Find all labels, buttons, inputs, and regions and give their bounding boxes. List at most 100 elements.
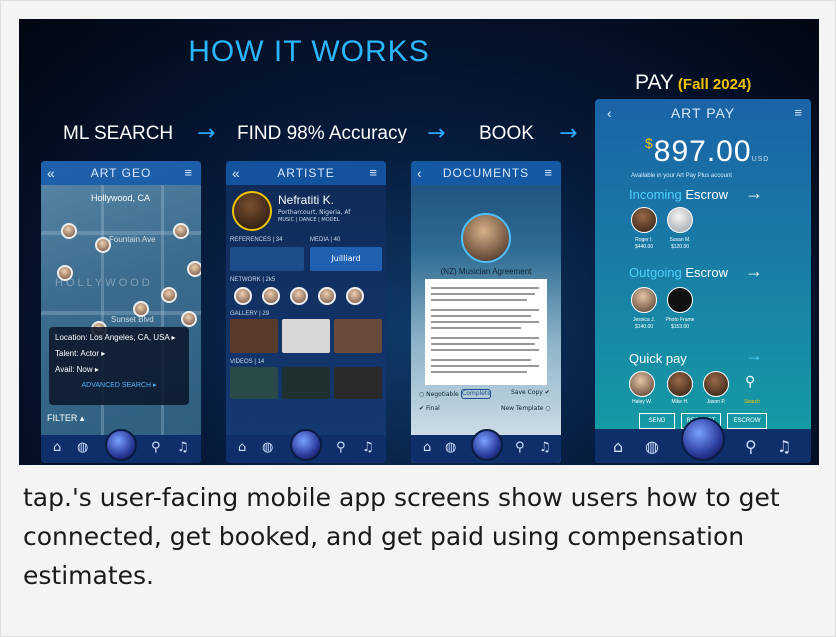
gallery-image[interactable]	[334, 319, 382, 353]
header: ‹ ART PAY ≡	[595, 99, 811, 127]
gallery-image[interactable]	[230, 319, 278, 353]
assistant-orb-icon[interactable]	[681, 417, 725, 461]
bell-icon[interactable]: ♫	[177, 440, 189, 455]
agreement-title: (NZ) Musician Agreement	[440, 267, 532, 276]
filter-label: FILTER	[47, 413, 78, 423]
payer-avatar[interactable]	[667, 207, 693, 233]
header: ‹ DOCUMENTS ≡	[411, 161, 561, 185]
screen-title: ART PAY	[670, 105, 736, 121]
videos-label: VIDEOS | 14	[230, 359, 265, 365]
step-ml-search: ML SEARCH	[63, 123, 174, 144]
search-icon[interactable]: ⚲	[745, 373, 755, 390]
network-avatar[interactable]	[234, 287, 252, 305]
search-icon[interactable]: ⚲	[336, 440, 346, 455]
advanced-search-link[interactable]: ADVANCED SEARCH ▸	[55, 381, 183, 389]
home-icon[interactable]: ⌂	[53, 440, 61, 455]
send-button[interactable]: SEND	[639, 413, 675, 429]
map-pin[interactable]	[133, 301, 149, 317]
bell-icon[interactable]: ♫	[777, 437, 791, 456]
payee-avatar[interactable]	[667, 287, 693, 313]
reference-card[interactable]	[230, 247, 304, 271]
video-thumb[interactable]	[282, 367, 330, 399]
escrow-button[interactable]: ESCROW	[727, 413, 767, 429]
new-template-radio[interactable]: New Template ○	[501, 405, 551, 412]
arrow-right-icon[interactable]: →	[745, 183, 763, 204]
back-icon[interactable]: «	[47, 161, 56, 185]
assistant-orb-icon[interactable]	[471, 429, 503, 461]
gallery-label: GALLERY | 29	[230, 311, 270, 317]
agreement-document[interactable]	[425, 279, 547, 385]
video-thumb[interactable]	[230, 367, 278, 399]
assistant-orb-icon[interactable]	[105, 429, 137, 461]
media-card[interactable]: Juilliard	[310, 247, 382, 271]
screen-title: DOCUMENTS	[442, 166, 530, 180]
assistant-orb-icon[interactable]	[290, 429, 322, 461]
map-pin[interactable]	[187, 261, 201, 277]
video-thumb[interactable]	[334, 367, 382, 399]
how-it-works-banner: HOW IT WORKS ML SEARCH → FIND 98% Accura…	[19, 19, 819, 465]
save-copy-label: Save Copy	[511, 389, 543, 396]
menu-icon[interactable]: ≡	[369, 161, 378, 185]
arrow-right-icon[interactable]: →	[745, 345, 763, 366]
arrow-right-icon[interactable]: →	[745, 261, 763, 282]
network-avatar[interactable]	[346, 287, 364, 305]
back-icon[interactable]: «	[232, 161, 241, 185]
filter-button[interactable]: FILTER ▴	[47, 413, 84, 424]
map-pin[interactable]	[161, 287, 177, 303]
card: HOW IT WORKS ML SEARCH → FIND 98% Accura…	[0, 0, 836, 637]
globe-icon[interactable]: ◍	[445, 440, 456, 455]
payer-avatar[interactable]	[631, 207, 657, 233]
negotiable-radio[interactable]: ○ Negotiable	[419, 391, 459, 398]
bell-icon[interactable]: ♫	[362, 440, 374, 455]
menu-icon[interactable]: ≡	[544, 161, 553, 185]
gallery-image[interactable]	[282, 319, 330, 353]
map-street-label: Sunset Blvd	[111, 315, 154, 324]
complete-label: Complete	[462, 390, 491, 397]
menu-icon[interactable]: ≡	[184, 161, 193, 185]
globe-icon[interactable]: ◍	[77, 440, 88, 455]
map-pin[interactable]	[181, 311, 197, 327]
back-icon[interactable]: ‹	[607, 99, 613, 127]
map-pin[interactable]	[61, 223, 77, 239]
screen-title: ART GEO	[90, 166, 152, 180]
avail-filter[interactable]: Avail: Now ▸	[55, 365, 183, 374]
search-icon[interactable]: ⚲	[515, 440, 525, 455]
currency-selector[interactable]: USD	[752, 156, 770, 163]
quick-pay-avatar[interactable]	[667, 371, 693, 397]
quick-pay-avatar[interactable]	[629, 371, 655, 397]
network-avatar[interactable]	[262, 287, 280, 305]
bell-icon[interactable]: ♫	[539, 440, 551, 455]
payer-amount: $440.00	[634, 244, 654, 250]
globe-icon[interactable]: ◍	[262, 440, 273, 455]
map-pin[interactable]	[173, 223, 189, 239]
map-pin[interactable]	[95, 237, 111, 253]
home-icon[interactable]: ⌂	[238, 440, 246, 455]
available-note: Available in your Art Pay Plus account	[631, 173, 732, 179]
globe-icon[interactable]: ◍	[645, 437, 659, 456]
outgoing-escrow-heading: Outgoing Escrow	[629, 265, 728, 280]
bottom-nav: ⌂ ◍ ⚲ ♫	[41, 429, 201, 463]
network-avatar[interactable]	[318, 287, 336, 305]
escrow-label: Escrow	[685, 265, 729, 280]
location-filter[interactable]: Location: Los Angeles, CA, USA ▸	[55, 333, 183, 342]
complete-button[interactable]: Complete	[461, 389, 491, 399]
header: « ARTISTE ≡	[226, 161, 386, 185]
map-pin[interactable]	[57, 265, 73, 281]
home-icon[interactable]: ⌂	[613, 437, 623, 456]
quick-pay-avatar[interactable]	[703, 371, 729, 397]
talent-filter[interactable]: Talent: Actor ▸	[55, 349, 183, 358]
search-icon[interactable]: ⚲	[151, 440, 161, 455]
save-copy-checkbox[interactable]: Save Copy ✔	[511, 389, 550, 396]
payee-amount: $140.00	[634, 324, 654, 330]
payee-avatar[interactable]	[631, 287, 657, 313]
final-label: Final	[425, 405, 440, 412]
bottom-nav: ⌂ ◍ ⚲ ♫	[226, 429, 386, 463]
home-icon[interactable]: ⌂	[423, 440, 431, 455]
final-checkbox[interactable]: ✔ Final	[419, 405, 440, 412]
quick-pay-name: Mike H.	[671, 399, 689, 405]
menu-icon[interactable]: ≡	[794, 99, 803, 127]
arrow-right-icon: →	[559, 121, 578, 146]
search-icon[interactable]: ⚲	[745, 437, 757, 456]
back-icon[interactable]: ‹	[417, 161, 423, 185]
network-avatar[interactable]	[290, 287, 308, 305]
